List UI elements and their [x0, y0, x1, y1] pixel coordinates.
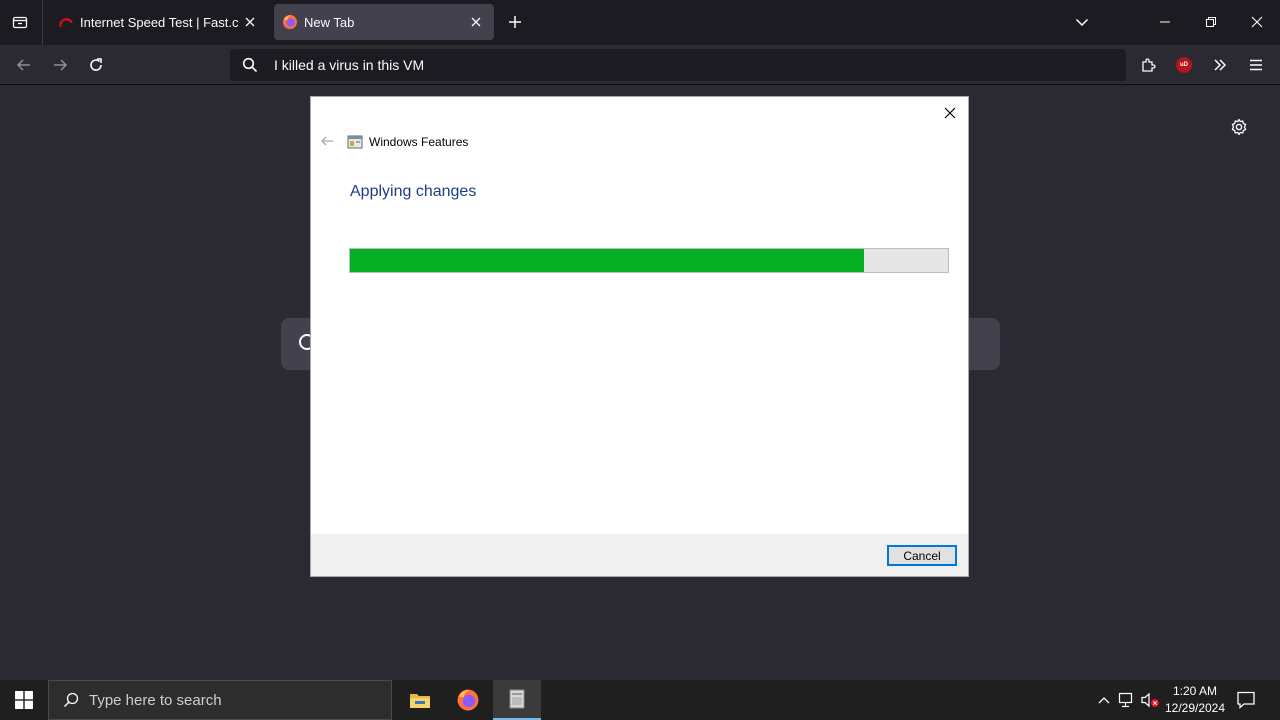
minimize-icon	[1160, 21, 1170, 23]
tab-separator	[42, 0, 43, 45]
puzzle-icon	[1142, 58, 1156, 72]
extensions-button[interactable]	[1134, 51, 1162, 79]
restore-button[interactable]	[1197, 8, 1225, 36]
ublock-origin-button[interactable]: uD	[1170, 51, 1198, 79]
address-bar-text: I killed a virus in this VM	[274, 57, 425, 73]
new-tab-button[interactable]	[502, 9, 528, 35]
newtab-settings-button[interactable]	[1226, 114, 1252, 140]
tab-fast-com[interactable]: Internet Speed Test | Fast.com	[50, 4, 268, 40]
cancel-button[interactable]: Cancel	[887, 545, 957, 566]
windows-features-icon	[347, 135, 363, 149]
dialog-title: Windows Features	[369, 135, 469, 149]
ublock-icon: uD	[1176, 57, 1192, 73]
search-icon	[242, 57, 258, 73]
more-tools-button[interactable]	[1206, 51, 1234, 79]
tab-new-tab[interactable]: New Tab	[274, 4, 494, 40]
windows-logo-icon	[15, 691, 33, 709]
minimize-button[interactable]	[1151, 8, 1179, 36]
notifications-button[interactable]	[1236, 690, 1258, 710]
taskbar-windows-features[interactable]	[493, 680, 541, 720]
arrow-left-icon[interactable]	[319, 133, 335, 149]
reload-icon	[90, 58, 102, 71]
dialog-close-button[interactable]	[938, 101, 962, 125]
start-button[interactable]	[0, 680, 48, 720]
browser-tab-bar: Internet Speed Test | Fast.com New Tab	[0, 0, 1280, 45]
address-bar[interactable]: I killed a virus in this VM	[230, 49, 1126, 81]
progress-bar	[349, 248, 949, 273]
notification-icon	[1237, 691, 1255, 709]
firefox-icon	[457, 689, 479, 711]
window-close-button[interactable]	[1243, 8, 1271, 36]
taskbar-search-box[interactable]: Type here to search	[48, 680, 392, 720]
dialog-heading: Applying changes	[350, 183, 477, 200]
clock-time: 1:20 AM	[1172, 684, 1218, 698]
close-icon	[944, 107, 956, 119]
volume-button[interactable]	[1140, 690, 1160, 710]
chevron-down-icon	[1075, 18, 1089, 27]
taskbar-file-explorer[interactable]	[396, 680, 444, 720]
firefox-view-icon	[12, 16, 28, 29]
close-icon	[1251, 16, 1263, 28]
progress-bar-fill	[350, 249, 865, 272]
network-button[interactable]	[1117, 690, 1137, 710]
list-all-tabs-button[interactable]	[1068, 8, 1096, 36]
firefox-view-button[interactable]	[6, 8, 34, 36]
plus-icon	[509, 16, 521, 28]
taskbar-clock[interactable]: 1:20 AM 12/29/2024	[1162, 683, 1228, 717]
show-hidden-icons-button[interactable]	[1094, 690, 1114, 710]
windows-taskbar: Type here to search 1:20 AM 12/29/2024	[0, 680, 1280, 720]
taskbar-search-placeholder: Type here to search	[89, 691, 222, 709]
hamburger-menu-icon	[1250, 59, 1262, 71]
search-icon	[64, 692, 79, 707]
double-chevron-right-icon	[1214, 59, 1227, 71]
back-button[interactable]	[10, 51, 38, 79]
close-icon	[245, 17, 255, 27]
speaker-muted-icon	[1141, 692, 1159, 708]
forward-button[interactable]	[46, 51, 74, 79]
chevron-up-icon	[1098, 697, 1110, 704]
file-explorer-icon	[410, 694, 430, 708]
arrow-right-icon	[54, 59, 68, 71]
reload-button[interactable]	[82, 51, 110, 79]
windows-features-dialog: Windows Features Applying changes Cancel	[310, 96, 969, 577]
dialog-footer: Cancel	[311, 534, 968, 576]
restore-icon	[1206, 17, 1216, 27]
gear-icon	[1231, 118, 1247, 136]
navigation-toolbar: I killed a virus in this VM uD	[0, 45, 1280, 85]
close-icon	[471, 17, 481, 27]
firefox-icon	[283, 15, 297, 29]
network-icon	[1118, 692, 1133, 708]
app-menu-button[interactable]	[1242, 51, 1270, 79]
tab-title: Internet Speed Test | Fast.com	[80, 14, 238, 30]
tab-close-button[interactable]	[464, 10, 488, 34]
clock-date: 12/29/2024	[1164, 701, 1226, 715]
taskbar-firefox[interactable]	[444, 680, 492, 720]
arrow-left-icon	[16, 59, 30, 71]
tab-title: New Tab	[304, 14, 355, 30]
windows-features-icon	[509, 689, 525, 709]
tab-close-button[interactable]	[238, 10, 262, 34]
fast-com-icon	[59, 18, 73, 28]
